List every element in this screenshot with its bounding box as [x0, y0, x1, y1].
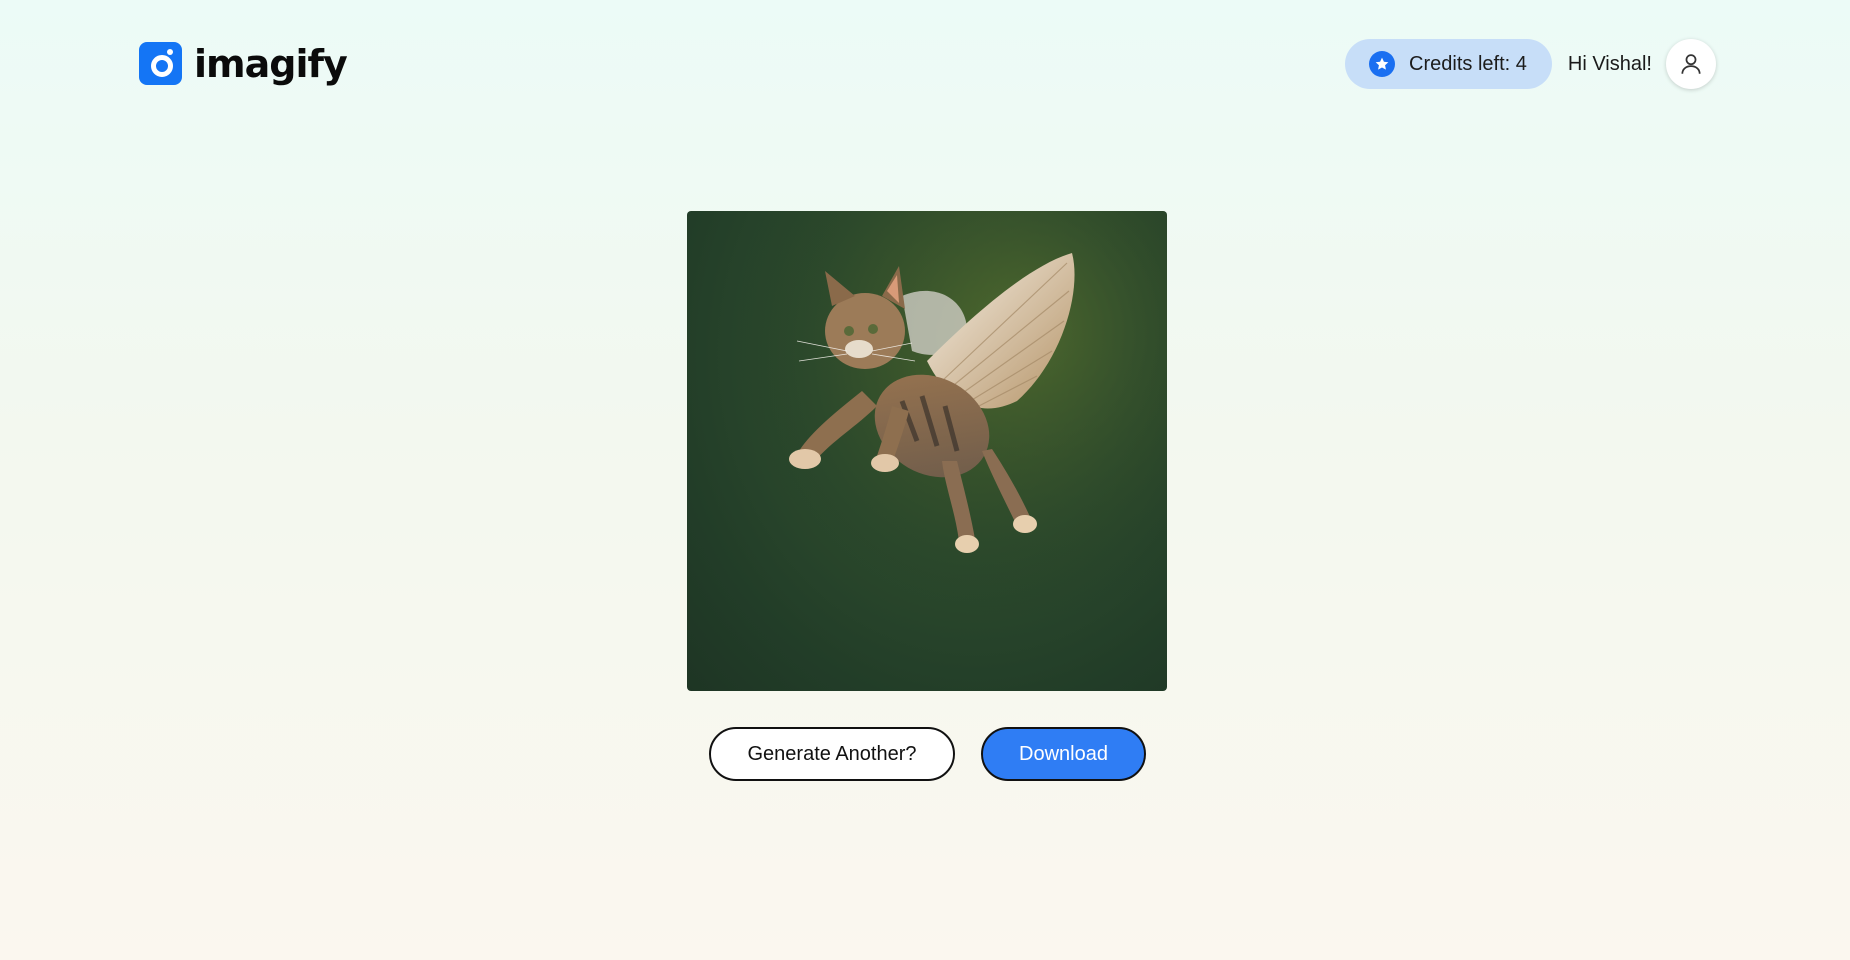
- logo-icon: [139, 42, 182, 85]
- credits-button[interactable]: Credits left: 4: [1345, 39, 1552, 89]
- generate-another-button[interactable]: Generate Another?: [709, 727, 955, 781]
- user-greeting: Hi Vishal!: [1567, 52, 1652, 75]
- user-area: Credits left: 4 Hi Vishal!: [1345, 39, 1716, 89]
- credits-label: Credits left: 4: [1409, 52, 1527, 75]
- result-actions: Generate Another? Download: [709, 727, 1146, 781]
- logo-text: imagify: [194, 41, 348, 86]
- user-icon: [1681, 54, 1701, 74]
- star-icon: [1369, 51, 1396, 77]
- logo[interactable]: imagify: [139, 41, 348, 86]
- profile-avatar[interactable]: [1666, 39, 1716, 89]
- generated-image: [687, 211, 1167, 691]
- top-navbar: imagify Credits left: 4 Hi Vishal!: [0, 0, 1850, 130]
- download-button[interactable]: Download: [981, 727, 1146, 781]
- flying-cat-image: [687, 211, 1167, 691]
